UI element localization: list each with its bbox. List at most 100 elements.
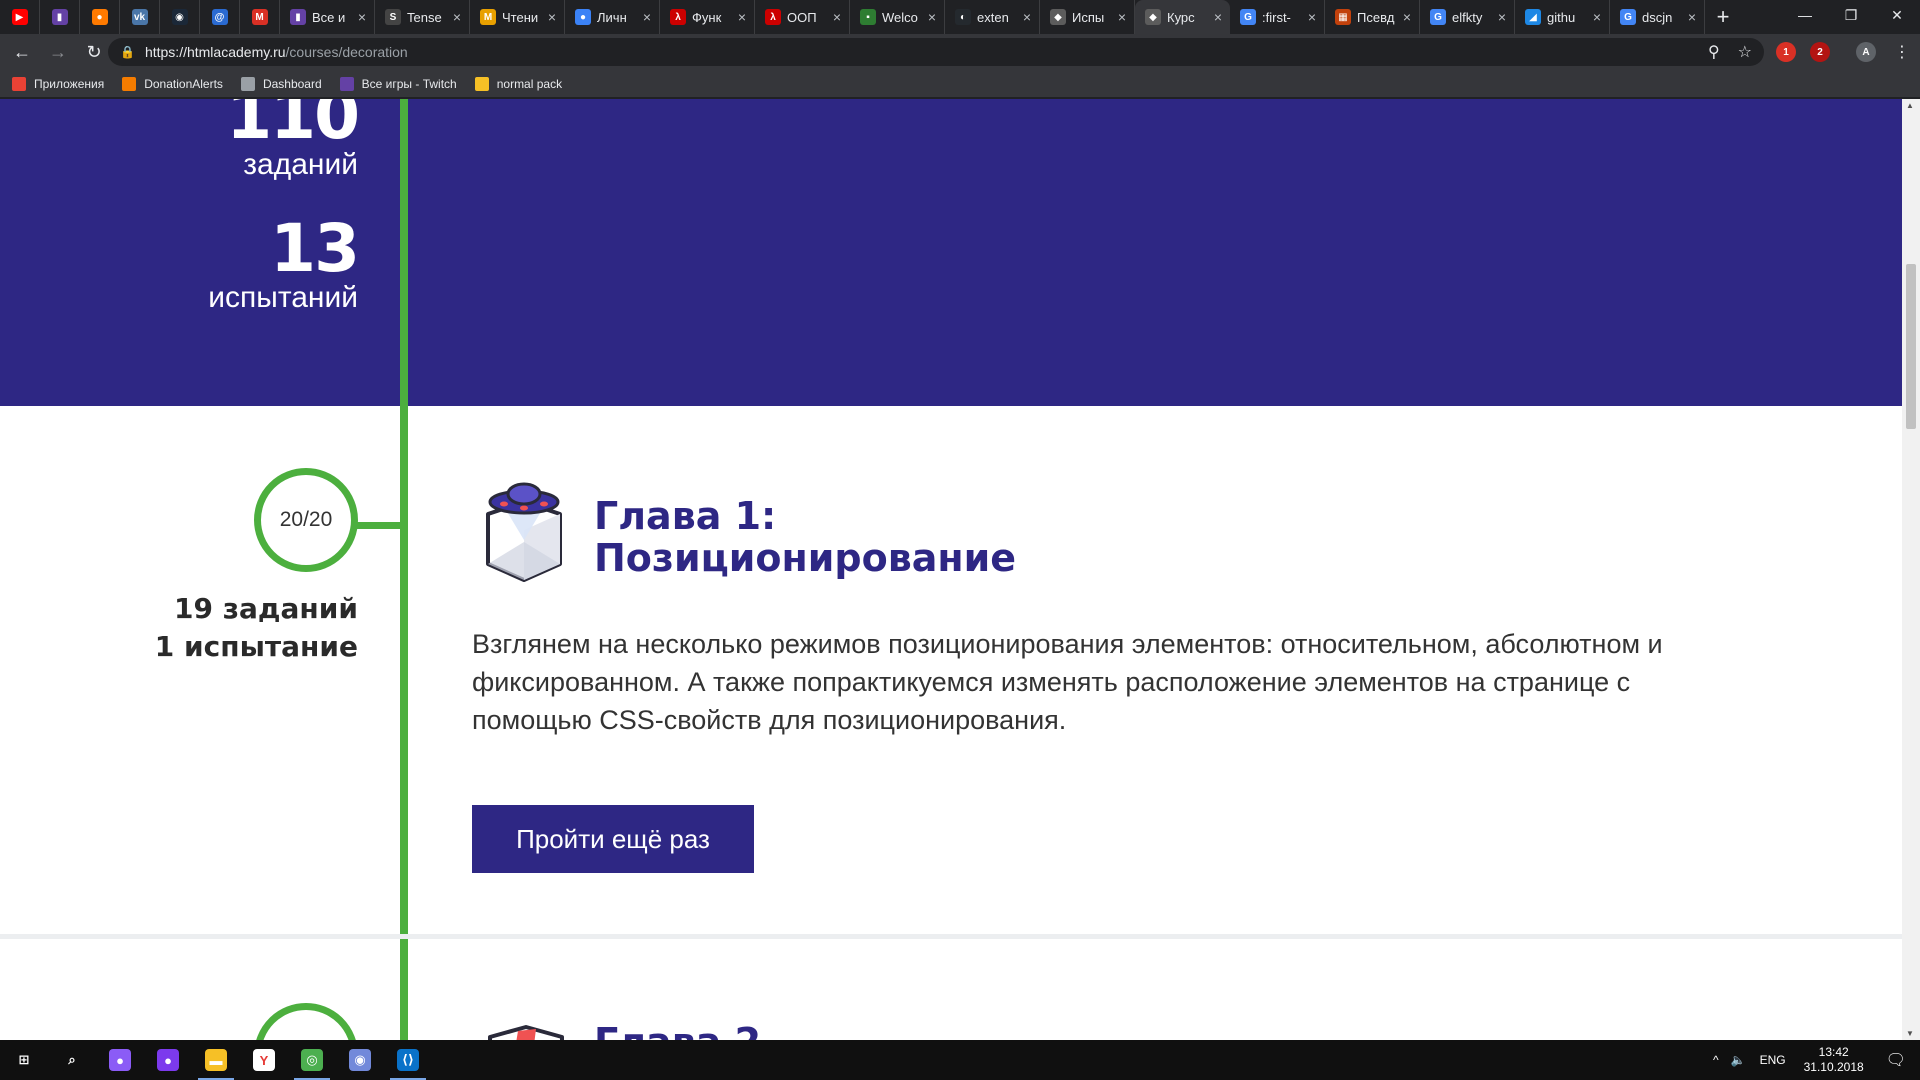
tray-chevron-icon[interactable]: ^ bbox=[1713, 1053, 1719, 1067]
browser-tab[interactable]: λ ООП × bbox=[755, 0, 850, 34]
browser-tab[interactable]: ◐ exten × bbox=[945, 0, 1040, 34]
taskbar-search-button[interactable]: ⌕ bbox=[48, 1040, 96, 1080]
scrollbar-thumb[interactable] bbox=[1906, 264, 1916, 429]
browser-tab[interactable]: ▶ bbox=[0, 0, 40, 34]
browser-tab[interactable]: ● bbox=[80, 0, 120, 34]
browser-tab[interactable]: ▦ Псевд × bbox=[1325, 0, 1420, 34]
bookmark-item[interactable]: Все игры - Twitch bbox=[339, 76, 457, 91]
chapter-progress-text: 20/20 bbox=[279, 508, 333, 531]
reload-button[interactable]: ↻ bbox=[80, 38, 108, 66]
tab-close-icon[interactable]: × bbox=[548, 9, 556, 25]
bookmark-item[interactable]: normal pack bbox=[474, 76, 562, 91]
browser-tab[interactable]: λ Функ × bbox=[660, 0, 755, 34]
extension-adblock-icon[interactable]: 1 bbox=[1776, 42, 1796, 62]
bookmark-item[interactable]: DonationAlerts bbox=[122, 76, 223, 91]
windows-taskbar: ⊞ ⌕ ● ● ▬ Y ◎ ◉ ⟨⟩ ^ 🔈 ENG 13:42 31.10.2018 🗨 bbox=[0, 1040, 1920, 1080]
tab-close-icon[interactable]: × bbox=[738, 9, 746, 25]
back-button[interactable]: ← bbox=[8, 38, 36, 66]
bookmark-item[interactable]: Dashboard bbox=[240, 76, 322, 91]
profile-avatar[interactable]: A bbox=[1856, 42, 1876, 62]
extension-ublock-icon[interactable]: 2 bbox=[1810, 42, 1830, 62]
browser-tab[interactable]: ▮ bbox=[40, 0, 80, 34]
browser-tab[interactable]: ▮ Все и × bbox=[280, 0, 375, 34]
forward-button[interactable]: → bbox=[44, 38, 72, 66]
taskbar-voice-button[interactable]: ● bbox=[144, 1040, 192, 1080]
bookmark-favicon-icon bbox=[122, 76, 137, 91]
next-chapter-title[interactable]: Глава 2 bbox=[594, 1021, 761, 1040]
browser-tab[interactable]: ◆ Курс × bbox=[1135, 0, 1230, 34]
browser-tab[interactable]: ● Личн × bbox=[565, 0, 660, 34]
tab-close-icon[interactable]: × bbox=[358, 9, 366, 25]
taskbar-chrome-button[interactable]: ◎ bbox=[288, 1040, 336, 1080]
tab-close-icon[interactable]: × bbox=[1593, 9, 1601, 25]
tab-close-icon[interactable]: × bbox=[1023, 9, 1031, 25]
taskbar-vscode-button[interactable]: ⟨⟩ bbox=[384, 1040, 432, 1080]
taskbar-apps: ⊞ ⌕ ● ● ▬ Y ◎ ◉ ⟨⟩ bbox=[0, 1040, 432, 1080]
tab-close-icon[interactable]: × bbox=[928, 9, 936, 25]
tab-close-icon[interactable]: × bbox=[833, 9, 841, 25]
tab-title: githu bbox=[1547, 9, 1576, 25]
tab-title: ООП bbox=[787, 9, 817, 25]
new-tab-button[interactable]: + bbox=[1705, 0, 1741, 34]
browser-tab[interactable]: M bbox=[240, 0, 280, 34]
taskbar-alice-button[interactable]: ● bbox=[96, 1040, 144, 1080]
alice-icon: ● bbox=[109, 1049, 131, 1071]
address-bar[interactable]: 🔒 https://htmlacademy.ru/courses/decorat… bbox=[108, 38, 1764, 66]
taskbar-discord-button[interactable]: ◉ bbox=[336, 1040, 384, 1080]
bookmark-item[interactable]: Приложения bbox=[12, 76, 104, 91]
browser-tab[interactable]: ▪ Welco × bbox=[850, 0, 945, 34]
close-window-button[interactable]: ✕ bbox=[1874, 0, 1920, 30]
browser-tab[interactable]: M Чтени × bbox=[470, 0, 565, 34]
browser-tab[interactable]: ◉ bbox=[160, 0, 200, 34]
tab-title: Испы bbox=[1072, 9, 1105, 25]
url-path: /courses/decoration bbox=[285, 44, 408, 60]
language-indicator[interactable]: ENG bbox=[1760, 1053, 1786, 1067]
volume-icon[interactable]: 🔈 bbox=[1731, 1053, 1746, 1067]
tab-close-icon[interactable]: × bbox=[1498, 9, 1506, 25]
extension-badge: 1 bbox=[1783, 46, 1789, 58]
browser-tab[interactable]: Gelfkty × bbox=[1420, 0, 1515, 34]
page-scrollbar[interactable]: ▲ ▼ bbox=[1902, 99, 1920, 1040]
minimize-button[interactable]: — bbox=[1782, 0, 1828, 30]
medium-icon: M bbox=[480, 9, 496, 25]
bookmark-star-icon[interactable]: ☆ bbox=[1738, 42, 1752, 62]
scroll-up-icon[interactable]: ▲ bbox=[1906, 101, 1914, 110]
browser-tab[interactable]: Gdscjn × bbox=[1610, 0, 1705, 34]
scroll-down-icon[interactable]: ▼ bbox=[1906, 1029, 1914, 1038]
browser-tab[interactable]: @ bbox=[200, 0, 240, 34]
spotify-icon: S bbox=[385, 9, 401, 25]
htmlacademy-icon: ◆ bbox=[1050, 9, 1066, 25]
retake-chapter-button[interactable]: Пройти ещё раз bbox=[472, 805, 754, 873]
stat-trials: 13 испытаний bbox=[208, 216, 360, 314]
browser-tab[interactable]: S Tense × bbox=[375, 0, 470, 34]
zoom-icon[interactable]: ⚲ bbox=[1708, 42, 1720, 62]
tab-close-icon[interactable]: × bbox=[1118, 9, 1126, 25]
habr-icon: λ bbox=[765, 9, 781, 25]
tab-close-icon[interactable]: × bbox=[1308, 9, 1316, 25]
restore-button[interactable]: ❐ bbox=[1828, 0, 1874, 30]
yandex-icon: Y bbox=[253, 1049, 275, 1071]
taskbar-clock[interactable]: 13:42 31.10.2018 bbox=[1804, 1045, 1864, 1075]
taskbar-explorer-button[interactable]: ▬ bbox=[192, 1040, 240, 1080]
tab-close-icon[interactable]: × bbox=[453, 9, 461, 25]
tab-close-icon[interactable]: × bbox=[1214, 9, 1222, 25]
browser-tab[interactable]: ◆ Испы × bbox=[1040, 0, 1135, 34]
youtube-icon: ▶ bbox=[11, 9, 28, 25]
app-icon: ▦ bbox=[1335, 9, 1351, 25]
browser-menu-icon[interactable]: ⋮ bbox=[1894, 42, 1910, 62]
tab-close-icon[interactable]: × bbox=[643, 9, 651, 25]
profile-initial: A bbox=[1862, 46, 1870, 58]
browser-tab[interactable]: ◢ githu × bbox=[1515, 0, 1610, 34]
google-icon: G bbox=[1620, 9, 1636, 25]
chapter-title[interactable]: Глава 1: Позиционирование bbox=[594, 495, 1016, 579]
taskbar-yandex-button[interactable]: Y bbox=[240, 1040, 288, 1080]
tab-title: exten bbox=[977, 9, 1009, 25]
tab-close-icon[interactable]: × bbox=[1688, 9, 1696, 25]
taskbar-start-button[interactable]: ⊞ bbox=[0, 1040, 48, 1080]
browser-tab[interactable]: vk bbox=[120, 0, 160, 34]
tab-close-icon[interactable]: × bbox=[1403, 9, 1411, 25]
tab-title: :first- bbox=[1262, 9, 1291, 25]
gmail-icon: M bbox=[251, 9, 268, 25]
notifications-icon[interactable]: 🗨 bbox=[1886, 1050, 1906, 1070]
browser-tab[interactable]: G:first- × bbox=[1230, 0, 1325, 34]
